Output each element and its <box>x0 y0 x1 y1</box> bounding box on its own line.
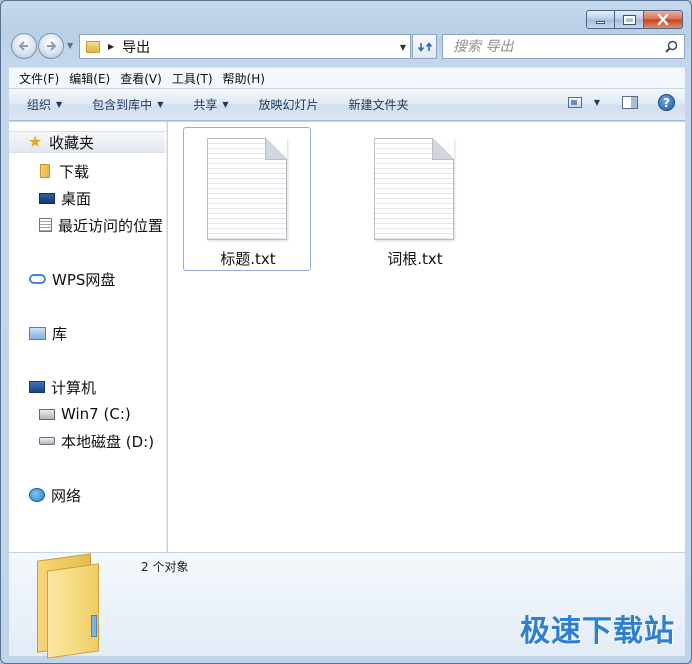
file-list: 标题.txt 词根.txt <box>168 122 685 552</box>
nav-item-drive-d[interactable]: 本地磁盘 (D:) <box>9 430 154 452</box>
library-icon <box>29 326 46 340</box>
nav-item-label: 计算机 <box>51 378 97 397</box>
change-view-icon[interactable] <box>567 97 582 108</box>
window-controls <box>586 10 683 29</box>
page-fold-icon <box>432 138 454 160</box>
command-bar: 组织 ▼ 包含到库中 ▼ 共享 ▼ 放映幻灯片 新建文件夹 ▼ ? <box>9 89 685 121</box>
menu-tools[interactable]: 工具(T) <box>167 70 218 87</box>
chevron-down-icon: ▼ <box>222 100 229 109</box>
menu-file[interactable]: 文件(F) <box>9 70 64 87</box>
nav-item-label: 网络 <box>51 486 82 505</box>
folder-front-icon <box>47 563 99 659</box>
nav-item-downloads[interactable]: 下载 <box>9 160 89 182</box>
nav-item-label: 最近访问的位置 <box>58 216 164 235</box>
nav-item-libraries[interactable]: 库 <box>9 322 67 344</box>
nav-item-favorites[interactable]: ★ 收藏夹 <box>9 131 165 153</box>
nav-item-desktop[interactable]: 桌面 <box>9 187 91 209</box>
network-icon <box>29 488 45 502</box>
minimize-button[interactable] <box>586 10 615 29</box>
nav-item-computer[interactable]: 计算机 <box>9 376 96 398</box>
menu-help[interactable]: 帮助(H) <box>218 70 270 87</box>
nav-item-label: Win7 (C:) <box>61 405 131 423</box>
text-file-icon <box>207 138 287 240</box>
recent-pages-dropdown-icon[interactable]: ▼ <box>67 41 73 50</box>
preview-pane-icon[interactable] <box>622 96 638 109</box>
chevron-down-icon: ▼ <box>157 100 164 109</box>
menu-view[interactable]: 查看(V) <box>115 70 167 87</box>
back-arrow-icon <box>18 41 28 51</box>
search-icon[interactable] <box>665 40 678 53</box>
details-pane: 2 个对象 极速下载站 <box>9 552 685 659</box>
command-bar-right: ▼ ? <box>567 94 675 111</box>
drive-icon <box>39 437 55 445</box>
desktop-icon <box>39 192 55 204</box>
forward-arrow-icon <box>47 41 57 51</box>
folder-clip-icon <box>91 615 97 637</box>
nav-item-label: WPS网盘 <box>52 270 116 289</box>
menu-edit[interactable]: 编辑(E) <box>64 70 115 87</box>
search-input[interactable] <box>453 38 663 55</box>
breadcrumb-arrow-icon[interactable]: ▶ <box>108 42 114 51</box>
help-icon[interactable]: ? <box>658 94 675 111</box>
cloud-icon <box>29 274 46 284</box>
nav-item-wps[interactable]: WPS网盘 <box>9 268 115 290</box>
drive-icon <box>39 408 55 420</box>
folder-icon <box>40 164 50 178</box>
minimize-icon <box>596 21 605 24</box>
new-folder-label: 新建文件夹 <box>348 98 409 112</box>
explorer-window: ▼ ▶ 导出 ▼ 文件(F) 编辑(E) 查看(V) 工具(T) 帮助(H) 组… <box>0 0 692 664</box>
organize-button[interactable]: 组织 ▼ <box>27 96 62 113</box>
nav-item-label: 库 <box>52 324 68 343</box>
recent-places-icon <box>39 218 52 232</box>
nav-item-drive-c[interactable]: Win7 (C:) <box>9 403 131 425</box>
file-item[interactable]: 词根.txt <box>350 127 478 271</box>
new-folder-button[interactable]: 新建文件夹 <box>349 96 409 113</box>
share-label: 共享 <box>193 98 218 112</box>
close-icon <box>657 14 669 25</box>
address-dropdown-icon[interactable]: ▼ <box>400 43 406 52</box>
refresh-button[interactable] <box>412 34 437 59</box>
navigation-pane: ★ 收藏夹 下载 桌面 最近访问的位置 WPS网盘 库 计算机 Win7 (C:… <box>9 122 167 552</box>
slideshow-button[interactable]: 放映幻灯片 <box>259 96 319 113</box>
watermark-logo: 极速下载站 <box>520 614 675 649</box>
nav-item-label: 下载 <box>59 162 90 181</box>
organize-label: 组织 <box>27 98 52 112</box>
close-button[interactable] <box>644 10 683 29</box>
nav-item-label: 桌面 <box>61 189 92 208</box>
search-box[interactable] <box>442 34 685 59</box>
nav-item-network[interactable]: 网络 <box>9 484 81 506</box>
nav-item-label: 收藏夹 <box>49 133 95 152</box>
back-button[interactable] <box>11 33 37 59</box>
maximize-button[interactable] <box>615 10 644 29</box>
chevron-down-icon: ▼ <box>56 100 63 109</box>
include-in-library-button[interactable]: 包含到库中 ▼ <box>92 96 163 113</box>
nav-item-recent[interactable]: 最近访问的位置 <box>9 214 163 236</box>
item-count: 2 个对象 <box>141 560 189 574</box>
slideshow-label: 放映幻灯片 <box>258 98 319 112</box>
file-name: 词根.txt <box>387 250 443 268</box>
computer-icon <box>29 381 45 393</box>
folder-icon <box>86 40 100 53</box>
file-item[interactable]: 标题.txt <box>183 127 311 271</box>
refresh-icon <box>417 41 432 52</box>
star-icon: ★ <box>27 132 43 151</box>
file-name: 标题.txt <box>220 250 276 268</box>
navigation-row: ▼ ▶ 导出 ▼ <box>9 31 685 63</box>
view-dropdown-icon[interactable]: ▼ <box>594 98 600 107</box>
address-path[interactable]: 导出 <box>122 37 150 57</box>
share-button[interactable]: 共享 ▼ <box>193 96 228 113</box>
address-bar[interactable]: ▶ 导出 ▼ <box>79 34 411 59</box>
include-in-library-label: 包含到库中 <box>92 98 153 112</box>
nav-item-label: 本地磁盘 (D:) <box>61 432 155 451</box>
page-fold-icon <box>265 138 287 160</box>
maximize-icon <box>622 14 636 25</box>
forward-button[interactable] <box>38 33 64 59</box>
text-file-icon <box>374 138 454 240</box>
menu-bar: 文件(F) 编辑(E) 查看(V) 工具(T) 帮助(H) <box>9 67 685 88</box>
